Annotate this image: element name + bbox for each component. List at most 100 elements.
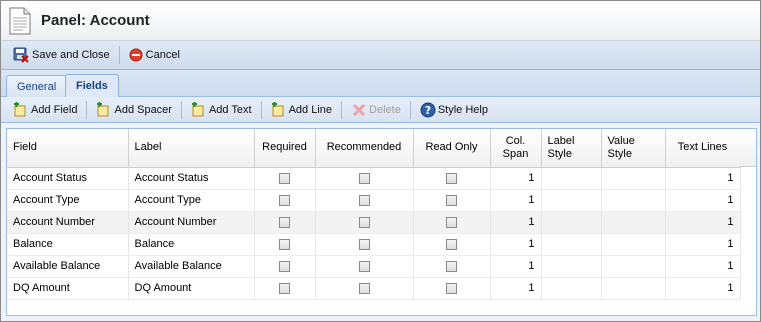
tab-strip: General Fields	[1, 70, 760, 97]
column-header-label[interactable]: Label	[128, 129, 255, 168]
table-row[interactable]: Account Number Account Number 1 1	[7, 211, 741, 234]
field-cell: Account Status	[7, 167, 129, 190]
toolbar-separator	[341, 100, 343, 119]
recommended-checkbox[interactable]	[358, 194, 370, 206]
required-checkbox[interactable]	[279, 194, 290, 206]
field-cell: Account Number	[7, 211, 129, 234]
read-only-checkbox[interactable]	[446, 260, 457, 272]
text-lines-cell: 1	[665, 255, 741, 278]
col-span-cell: 1	[490, 189, 542, 212]
save-close-icon	[13, 47, 29, 63]
column-header-field[interactable]: Field	[7, 129, 129, 168]
value-style-cell	[601, 189, 666, 212]
field-cell: DQ Amount	[7, 277, 129, 300]
table-row[interactable]: Balance Balance 1 1	[7, 233, 741, 256]
required-checkbox[interactable]	[279, 260, 290, 272]
column-header-recommended[interactable]: Recommended	[315, 129, 414, 168]
col-span-cell: 1	[490, 233, 542, 256]
label-cell: Available Balance	[128, 255, 255, 278]
add-field-button[interactable]: Add Field	[9, 99, 81, 121]
value-style-cell	[601, 167, 666, 190]
label-style-cell	[541, 233, 602, 256]
grid-toolbar: Add Field Add Spacer Add Text Add Line D…	[1, 97, 760, 123]
text-lines-cell: 1	[665, 233, 741, 256]
col-span-cell: 1	[490, 167, 542, 190]
read-only-checkbox[interactable]	[446, 238, 457, 250]
style-help-button[interactable]: ? Style Help	[416, 99, 492, 121]
add-field-icon	[14, 101, 26, 116]
value-style-cell	[601, 233, 666, 256]
add-spacer-icon	[97, 101, 109, 116]
column-header-read-only[interactable]: Read Only	[413, 129, 491, 168]
field-cell: Available Balance	[7, 255, 129, 278]
label-cell: DQ Amount	[128, 277, 255, 300]
value-style-cell	[601, 211, 666, 234]
add-text-button[interactable]: Add Text	[187, 99, 256, 121]
save-and-close-label: Save and Close	[32, 49, 110, 61]
toolbar-separator	[86, 100, 88, 119]
add-spacer-label: Add Spacer	[114, 103, 172, 116]
required-checkbox[interactable]	[279, 216, 290, 228]
title-bar: Panel: Account	[1, 1, 760, 41]
add-spacer-button[interactable]: Add Spacer	[92, 99, 175, 121]
column-header-required[interactable]: Required	[254, 129, 316, 168]
label-cell: Account Type	[128, 189, 255, 212]
header-filler	[740, 129, 756, 167]
add-line-label: Add Line	[288, 103, 333, 116]
required-checkbox[interactable]	[279, 282, 290, 294]
add-text-label: Add Text	[208, 103, 252, 116]
text-lines-cell: 1	[665, 189, 741, 212]
field-cell: Balance	[7, 233, 129, 256]
recommended-checkbox[interactable]	[358, 172, 370, 184]
column-header-value-style[interactable]: Value Style	[601, 129, 666, 168]
recommended-checkbox[interactable]	[358, 238, 370, 250]
delete-icon	[352, 103, 366, 116]
recommended-checkbox[interactable]	[358, 260, 370, 272]
label-cell: Account Status	[128, 167, 255, 190]
fields-grid: Field Label Required Recommended Read On…	[6, 128, 757, 316]
column-header-text-lines[interactable]: Text Lines	[665, 129, 741, 168]
read-only-checkbox[interactable]	[446, 282, 457, 294]
read-only-checkbox[interactable]	[446, 194, 457, 206]
toolbar-separator	[118, 46, 120, 64]
read-only-checkbox[interactable]	[446, 172, 457, 184]
grid-header-row: Field Label Required Recommended Read On…	[7, 129, 741, 168]
tab-general-label: General	[17, 80, 57, 93]
column-header-col-span[interactable]: Col. Span	[490, 129, 542, 168]
tab-fields[interactable]: Fields	[65, 74, 119, 97]
delete-label: Delete	[369, 103, 401, 116]
toolbar-separator	[260, 100, 262, 119]
recommended-checkbox[interactable]	[358, 216, 370, 228]
table-row[interactable]: DQ Amount DQ Amount 1 1	[7, 277, 741, 300]
required-checkbox[interactable]	[279, 238, 290, 250]
col-span-cell: 1	[490, 211, 542, 234]
column-header-label-style[interactable]: Label Style	[541, 129, 602, 168]
svg-text:?: ?	[425, 104, 431, 117]
text-lines-cell: 1	[665, 277, 741, 300]
recommended-checkbox[interactable]	[358, 282, 370, 294]
add-line-icon	[271, 101, 284, 116]
table-row[interactable]: Account Status Account Status 1 1	[7, 167, 741, 190]
document-icon	[9, 7, 31, 34]
page-title: Panel: Account	[41, 12, 150, 29]
cancel-label: Cancel	[145, 49, 180, 61]
save-and-close-button[interactable]: Save and Close	[9, 44, 114, 66]
help-icon: ?	[420, 102, 436, 117]
cancel-button[interactable]: Cancel	[125, 44, 184, 66]
text-lines-cell: 1	[665, 167, 741, 190]
read-only-checkbox[interactable]	[446, 216, 457, 228]
label-cell: Balance	[128, 233, 255, 256]
table-row[interactable]: Account Type Account Type 1 1	[7, 189, 741, 212]
style-help-label: Style Help	[437, 103, 488, 116]
text-lines-cell: 1	[665, 211, 741, 234]
add-line-button[interactable]: Add Line	[267, 99, 336, 121]
table-row[interactable]: Available Balance Available Balance 1 1	[7, 255, 741, 278]
label-style-cell	[541, 211, 602, 234]
label-style-cell	[541, 277, 602, 300]
tab-general[interactable]: General	[6, 75, 68, 97]
required-checkbox[interactable]	[279, 172, 290, 184]
col-span-cell: 1	[490, 277, 542, 300]
toolbar-separator	[409, 100, 411, 119]
label-style-cell	[541, 255, 602, 278]
delete-button[interactable]: Delete	[347, 99, 405, 121]
